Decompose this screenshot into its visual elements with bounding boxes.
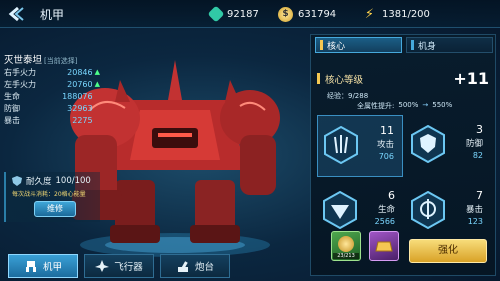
stat-value: 20760 (67, 79, 93, 89)
attr-name: 攻击 (376, 140, 394, 150)
attr-name: 暴击 (465, 205, 483, 215)
stat-label: 防御 (4, 103, 20, 113)
crystal-resource[interactable]: 92187 (207, 5, 259, 23)
attr-name: 防御 (465, 139, 483, 149)
up-arrow-icon: ▲ (94, 80, 100, 88)
coin-icon: $ (278, 6, 293, 22)
coin-resource[interactable]: $ 631794 (278, 5, 336, 23)
boost-row: 全属性提升: 500% → 550% (357, 101, 452, 111)
stat-value: 32963 (67, 103, 93, 113)
attr-crit[interactable]: 7 暴击 123 (405, 181, 491, 243)
attr-level: 7 (476, 189, 483, 202)
back-arrow-icon (8, 6, 24, 22)
stat-value: 2275 (72, 115, 93, 125)
coin-amount: 631794 (298, 8, 337, 20)
stat-label: 暴击 (4, 115, 20, 125)
durability-label: 耐久度 (26, 177, 52, 187)
material-items: 23/213 (331, 231, 399, 261)
attr-value: 2566 (374, 217, 395, 226)
up-arrow-icon: ▲ (94, 68, 100, 76)
attr-value: 123 (467, 217, 483, 226)
energy-amount: 1381/200 (382, 8, 430, 20)
arrow-right-icon: → (422, 101, 429, 109)
core-title: 核心等级 (325, 74, 364, 86)
stat-crit: 暴击 2275▲ (4, 114, 100, 126)
mech-name: 灭世泰坦 (4, 55, 43, 66)
energy-resource[interactable]: ⚡ 1381/200 (362, 5, 430, 23)
core-level-header: 核心等级 +11 (317, 69, 489, 88)
attr-value: 706 (378, 152, 394, 161)
exp-text: 经验：9/288 (327, 92, 369, 100)
nav-label: 飞行器 (114, 262, 143, 273)
nav-label: 机甲 (42, 262, 62, 273)
attr-name: 生命 (377, 205, 395, 215)
durability-panel: 耐久度 100/100 每次战斗消耗：20格心能量 维修 (4, 172, 100, 222)
boost-to: 550% (432, 101, 453, 109)
panel-tabs: 核心 机身 (311, 35, 497, 55)
nav-mech[interactable]: 机甲 (8, 254, 78, 278)
tab-marker (320, 40, 323, 50)
nav-turret[interactable]: 炮台 (160, 254, 230, 278)
durability-value: 100/100 (55, 176, 91, 186)
bottom-nav: 机甲 飞行器 炮台 (8, 254, 230, 278)
defense-core-icon (411, 125, 445, 163)
crystal-amount: 92187 (227, 8, 259, 20)
core-level: +11 (453, 69, 489, 88)
material-item-coin[interactable]: 23/213 (331, 231, 361, 261)
boost-label: 全属性提升: (357, 102, 395, 110)
stat-defense: 防御 32963▲ (4, 102, 100, 114)
health-core-icon (323, 191, 357, 229)
tab-label: 机身 (418, 41, 437, 52)
lightning-icon: ⚡ (364, 6, 375, 22)
crit-core-icon (411, 191, 445, 229)
mech-current-tag: [当前选择] (44, 57, 78, 65)
mech-stats: 右手火力 20846▲ 左手火力 20760▲ 生命 188076▲ 防御 32… (4, 66, 100, 126)
attr-attack[interactable]: 11 攻击 706 (317, 115, 403, 177)
material-item-ingot[interactable] (369, 231, 399, 261)
tab-core[interactable]: 核心 (315, 37, 402, 53)
tab-label: 核心 (327, 41, 346, 52)
upgrade-button[interactable]: 强化 (409, 239, 487, 263)
tab-marker (411, 40, 414, 50)
attr-level: 11 (380, 124, 394, 137)
stat-left-firepower: 左手火力 20760 ▲ (4, 78, 100, 90)
turret-icon (177, 261, 188, 272)
attr-level: 6 (388, 189, 395, 202)
attr-level: 3 (476, 123, 483, 136)
mech-icon (25, 261, 36, 272)
core-attributes: 11 攻击 706 3 防御 82 6 生命 2566 7 暴击 123 (317, 115, 491, 247)
crystal-icon (207, 5, 225, 23)
stat-right-firepower: 右手火力 20846 ▲ (4, 66, 100, 78)
core-panel: 核心 机身 核心等级 +11 经验：9/288 全属性提升: 500% → 55… (310, 34, 496, 276)
page-title: 机甲 (40, 8, 65, 22)
boost-from: 500% (398, 101, 419, 109)
item-count: 23/213 (333, 253, 359, 259)
tab-body[interactable]: 机身 (406, 37, 493, 53)
attr-value: 82 (472, 151, 483, 160)
stat-label: 生命 (4, 91, 20, 101)
attack-core-icon (324, 126, 358, 164)
mech-name-row: 灭世泰坦 [当前选择] (4, 52, 77, 66)
stat-health: 生命 188076▲ (4, 90, 100, 102)
nav-label: 炮台 (194, 262, 214, 273)
stat-label: 右手火力 (4, 67, 36, 77)
shield-icon (12, 176, 22, 186)
durability-note: 每次战斗消耗：20格心能量 (12, 191, 86, 198)
aircraft-icon (95, 260, 110, 272)
title-marker (317, 73, 320, 84)
repair-button[interactable]: 维修 (34, 201, 76, 217)
nav-aircraft[interactable]: 飞行器 (84, 254, 154, 278)
coin-stack-icon (338, 235, 354, 252)
attr-defense[interactable]: 3 防御 82 (405, 115, 491, 177)
stat-label: 左手火力 (4, 79, 36, 89)
stat-value: 20846 (67, 67, 93, 77)
stat-value: 188076 (62, 91, 93, 101)
back-button[interactable] (6, 4, 28, 24)
ingot-icon (375, 241, 393, 252)
